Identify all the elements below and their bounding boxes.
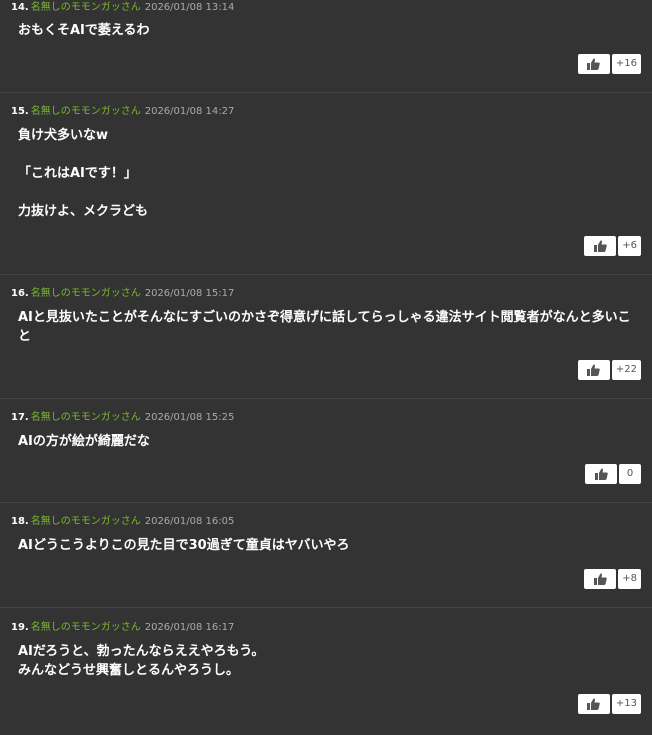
comment-body: おもくそAIで萎えるわ xyxy=(18,23,150,38)
comment-body: AIだろうと、勃ったんならええやろもう。 みんなどうせ興奮しとるんやろうし。 xyxy=(18,644,265,678)
like-count: +13 xyxy=(611,694,641,714)
comment-number: 19. xyxy=(11,622,29,633)
thumbs-up-icon xyxy=(587,58,601,70)
comment-body: AIどうこうよりこの見た目で30過ぎて童貞はヤバいやろ xyxy=(18,538,350,553)
like-count: +16 xyxy=(611,54,641,74)
author-name[interactable]: 名無しのモモンガッさん xyxy=(31,106,141,117)
comment-number: 14. xyxy=(11,2,29,13)
thumbs-up-icon xyxy=(593,240,607,252)
like-control: +16 xyxy=(577,54,641,74)
comment-date: 2026/01/08 15:17 xyxy=(144,288,235,299)
comment-list: 14. 名無しのモモンガッさん 2026/01/08 13:14 おもくそAIで萎え… xyxy=(0,0,652,735)
thumbs-up-icon xyxy=(594,468,608,480)
like-button[interactable] xyxy=(584,236,617,256)
like-button[interactable] xyxy=(585,464,617,484)
author-name[interactable]: 名無しのモモンガッさん xyxy=(31,622,141,633)
author-name[interactable]: 名無しのモモンガッさん xyxy=(31,288,141,299)
like-count: +6 xyxy=(618,236,641,256)
like-button[interactable] xyxy=(577,360,610,380)
comment-number: 17. xyxy=(11,412,29,423)
comment-date: 2026/01/08 16:17 xyxy=(144,622,235,633)
author-name[interactable]: 名無しのモモンガッさん xyxy=(31,516,141,527)
like-count: 0 xyxy=(619,464,641,484)
comment-15: 15. 名無しのモモンガッさん 2026/01/08 14:27 負け犬多いなw 「… xyxy=(0,93,652,275)
comment-meta: 17. 名無しのモモンガッさん 2026/01/08 15:25 xyxy=(11,412,234,424)
like-button[interactable] xyxy=(577,54,610,74)
like-count: +22 xyxy=(611,360,641,380)
like-button[interactable] xyxy=(584,569,617,589)
comment-number: 16. xyxy=(11,288,29,299)
thumbs-up-icon xyxy=(593,573,607,585)
comment-18: 18. 名無しのモモンガッさん 2026/01/08 16:05 AIどうこうよりこ… xyxy=(0,503,652,608)
comment-body: AIと見抜いたことがそんなにすごいのかさぞ得意げに話してらっしゃる違法サイト閲覧… xyxy=(18,310,631,344)
thumbs-up-icon xyxy=(587,698,601,710)
like-control: +22 xyxy=(577,360,641,380)
like-control: +6 xyxy=(584,236,641,256)
author-name[interactable]: 名無しのモモンガッさん xyxy=(31,2,141,13)
like-control: +13 xyxy=(577,694,641,714)
author-name[interactable]: 名無しのモモンガッさん xyxy=(31,412,141,423)
comment-number: 18. xyxy=(11,516,29,527)
comment-body: 負け犬多いなw 「これはAIです！」 力抜けよ、メクラども xyxy=(18,128,149,219)
like-button[interactable] xyxy=(577,694,610,714)
comment-meta: 18. 名無しのモモンガッさん 2026/01/08 16:05 xyxy=(11,516,234,528)
comment-17: 17. 名無しのモモンガッさん 2026/01/08 15:25 AIの方が絵が綺麗… xyxy=(0,399,652,503)
comment-16: 16. 名無しのモモンガッさん 2026/01/08 15:17 AIと見抜いたこと… xyxy=(0,275,652,399)
comment-19: 19. 名無しのモモンガッさん 2026/01/08 16:17 AIだろうと、勃っ… xyxy=(0,608,652,735)
like-control: +8 xyxy=(584,569,641,589)
comment-body: AIの方が絵が綺麗だな xyxy=(18,434,150,449)
comment-date: 2026/01/08 15:25 xyxy=(144,412,235,423)
comment-meta: 14. 名無しのモモンガッさん 2026/01/08 13:14 xyxy=(11,2,234,14)
comment-14: 14. 名無しのモモンガッさん 2026/01/08 13:14 おもくそAIで萎え… xyxy=(0,0,652,93)
like-control: 0 xyxy=(585,464,641,484)
comment-date: 2026/01/08 13:14 xyxy=(144,2,235,13)
thumbs-up-icon xyxy=(587,364,601,376)
comment-meta: 16. 名無しのモモンガッさん 2026/01/08 15:17 xyxy=(11,288,234,300)
comment-meta: 15. 名無しのモモンガッさん 2026/01/08 14:27 xyxy=(11,106,234,118)
like-count: +8 xyxy=(618,569,641,589)
comment-date: 2026/01/08 14:27 xyxy=(144,106,235,117)
comment-number: 15. xyxy=(11,106,29,117)
comment-date: 2026/01/08 16:05 xyxy=(144,516,235,527)
comment-meta: 19. 名無しのモモンガッさん 2026/01/08 16:17 xyxy=(11,622,234,634)
